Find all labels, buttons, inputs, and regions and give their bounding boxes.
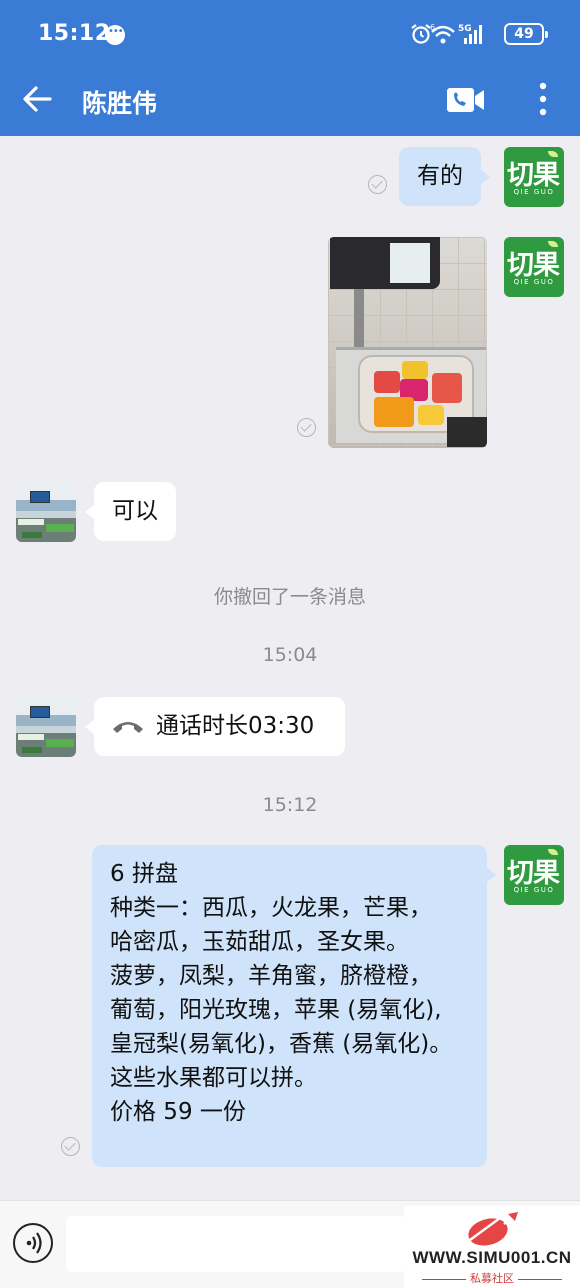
signal-icon: 5G <box>458 24 482 44</box>
battery-icon: 49 <box>504 23 548 45</box>
recall-notice: 你撤回了一条消息 <box>213 586 366 608</box>
message-line: 葡萄，阳光玫瑰，苹果 (易氧化), <box>110 997 442 1023</box>
message-input[interactable] <box>66 1216 406 1272</box>
my-avatar[interactable]: 切果 QIE GUO <box>504 845 564 905</box>
my-avatar[interactable]: 切果 QIE GUO <box>504 147 564 207</box>
my-avatar[interactable]: 切果 QIE GUO <box>504 237 564 297</box>
watermark-logo <box>468 1212 518 1246</box>
message-bubble[interactable]: 可以 <box>85 482 176 541</box>
message-line: 菠萝，凤梨，羊角蜜，脐橙橙， <box>110 963 432 989</box>
message-text: 有的 <box>417 163 463 189</box>
read-receipt-icon <box>297 418 316 437</box>
arrow-left-icon[interactable] <box>20 82 54 116</box>
status-time: 15:12 <box>38 21 111 46</box>
voice-input-button[interactable] <box>13 1223 53 1263</box>
network-type: 5G <box>458 24 472 34</box>
video-call-icon[interactable] <box>446 86 486 114</box>
wifi-badge: 6 <box>430 23 435 32</box>
image-message-fruit-platter[interactable] <box>328 237 487 448</box>
logo-subtext: QIE GUO <box>513 278 555 286</box>
more-vertical-icon[interactable] <box>538 82 548 116</box>
logo-text: 切果 <box>507 858 560 889</box>
read-receipt-icon <box>368 175 387 194</box>
message-line: 价格 59 一份 <box>110 1099 246 1125</box>
message-line: 6 拼盘 <box>110 861 178 887</box>
message-line: 种类一：西瓜，火龙果，芒果， <box>110 895 432 921</box>
watermark: WWW.SIMU001.CN 私募社区 <box>404 1206 580 1288</box>
message-line: 这些水果都可以拼。 <box>110 1065 317 1091</box>
logo-subtext: QIE GUO <box>513 188 555 196</box>
watermark-url: WWW.SIMU001.CN <box>412 1248 572 1267</box>
logo-text: 切果 <box>507 160 560 191</box>
app-header: 15:12 6 5G 49 陈胜伟 <box>0 0 580 136</box>
wifi-icon: 6 <box>430 23 455 44</box>
message-line: 哈密瓜，玉茹甜瓜，圣女果。 <box>110 929 409 955</box>
timestamp: 15:04 <box>262 644 318 666</box>
message-bubble[interactable]: 有的 <box>399 147 490 206</box>
call-record-bubble[interactable]: 通话时长03:30 <box>85 697 345 756</box>
message-line: 皇冠梨(易氧化)，香蕉 (易氧化)。 <box>110 1031 453 1057</box>
alarm-icon <box>411 24 431 44</box>
timestamp: 15:12 <box>262 794 318 816</box>
message-notification-icon <box>105 25 125 45</box>
message-text: 可以 <box>112 498 158 524</box>
message-bubble[interactable]: 6 拼盘 种类一：西瓜，火龙果，芒果， 哈密瓜，玉茹甜瓜，圣女果。 菠萝，凤梨，… <box>92 845 496 1167</box>
read-receipt-icon <box>61 1137 80 1156</box>
logo-text: 切果 <box>507 250 560 281</box>
phone-icon <box>113 722 143 733</box>
logo-subtext: QIE GUO <box>513 886 555 894</box>
call-duration: 通话时长03:30 <box>156 713 315 739</box>
contact-avatar[interactable] <box>16 482 76 542</box>
chat-title: 陈胜伟 <box>82 89 158 118</box>
watermark-subtitle: 私募社区 <box>404 1270 580 1286</box>
contact-avatar[interactable] <box>16 697 76 757</box>
voice-icon <box>26 1232 42 1254</box>
